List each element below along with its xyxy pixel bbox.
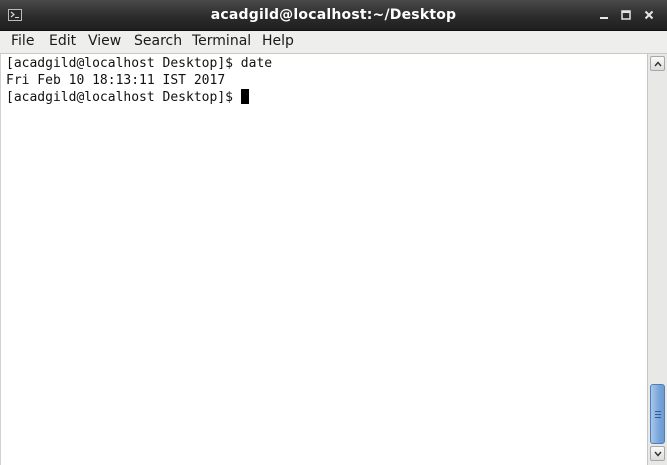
minimize-icon[interactable] <box>597 8 611 22</box>
terminal-line: Fri Feb 10 18:13:11 IST 2017 <box>6 72 225 89</box>
scroll-down-icon[interactable] <box>650 446 665 461</box>
menu-search[interactable]: Search <box>128 31 188 53</box>
terminal-line: [acadgild@localhost Desktop]$ date <box>6 55 272 72</box>
menu-edit[interactable]: Edit <box>43 31 82 53</box>
window-title: acadgild@localhost:~/Desktop <box>210 7 457 23</box>
maximize-icon[interactable] <box>619 8 633 22</box>
terminal-line-text: Fri Feb 10 18:13:11 IST 2017 <box>6 73 226 88</box>
terminal-output[interactable]: [acadgild@localhost Desktop]$ date Fri F… <box>0 54 647 465</box>
menu-view[interactable]: View <box>82 31 127 53</box>
grip-line <box>655 411 661 412</box>
grip-line <box>655 417 661 418</box>
menu-bar: File Edit View Search Terminal Help <box>0 31 667 54</box>
scroll-thumb[interactable] <box>650 384 665 444</box>
grip-line <box>655 414 661 415</box>
menu-terminal[interactable]: Terminal <box>186 31 257 53</box>
title-bar[interactable]: acadgild@localhost:~/Desktop <box>0 0 667 31</box>
terminal-window: acadgild@localhost:~/Desktop File Edit V… <box>0 0 667 465</box>
terminal-line-text: [acadgild@localhost Desktop]$ <box>6 90 241 105</box>
close-icon[interactable] <box>642 8 656 22</box>
terminal-prompt-line: [acadgild@localhost Desktop]$ <box>6 89 249 106</box>
menu-file[interactable]: File <box>5 31 40 53</box>
text-cursor <box>240 89 249 104</box>
scroll-up-icon[interactable] <box>650 56 665 71</box>
menu-help[interactable]: Help <box>256 31 300 53</box>
terminal-line-text: [acadgild@localhost Desktop]$ date <box>6 56 273 71</box>
vertical-scrollbar[interactable] <box>647 54 667 465</box>
